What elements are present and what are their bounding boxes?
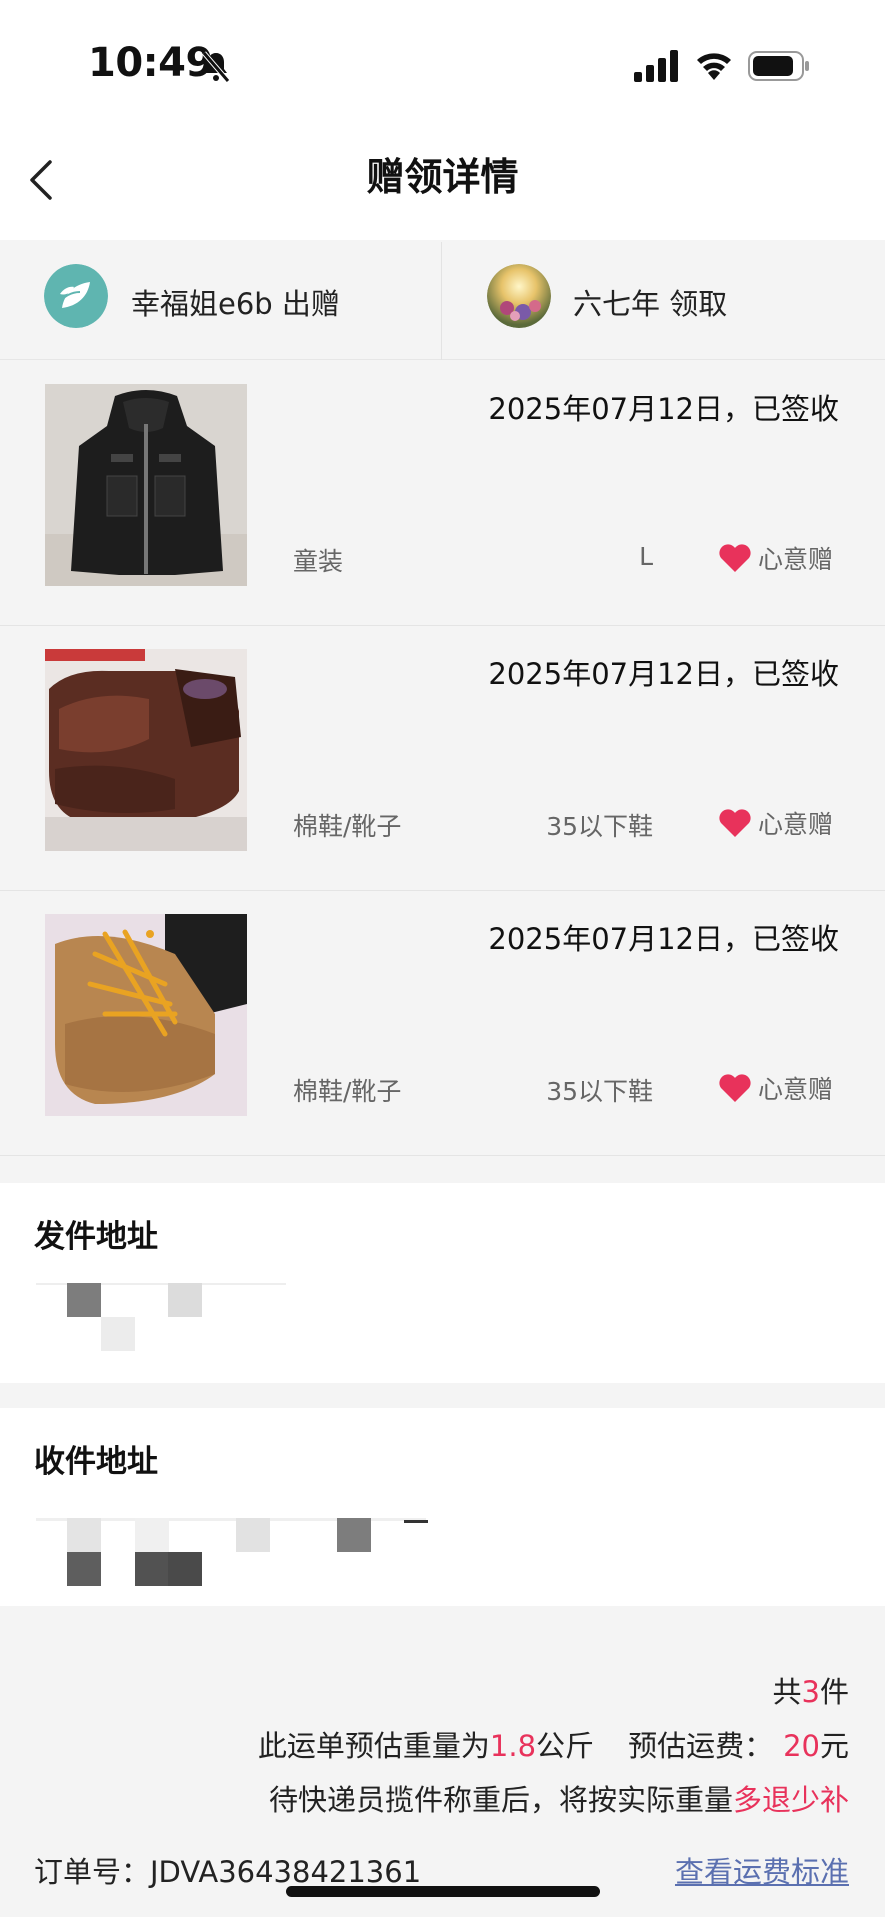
weight-fee-line: 此运单预估重量为1.8公斤 预估运费： 20元: [258, 1723, 849, 1765]
item-size: L: [639, 542, 653, 571]
note-prefix: 待快递员揽件称重后，将按实际重量: [268, 1783, 733, 1817]
receiver-name: 六七年 领取: [573, 287, 728, 321]
status-bar: 10:49: [0, 0, 885, 120]
order-number: 订单号：JDVA36438421361: [34, 1855, 422, 1889]
weight-value: 1.8: [489, 1729, 537, 1763]
item-row[interactable]: 2025年07月12日，已签收 棉鞋/靴子 35以下鞋 心意赠: [0, 892, 885, 1156]
item-category: 棉鞋/靴子: [293, 1077, 402, 1106]
jacket-photo: [45, 384, 247, 586]
leaf-avatar-icon: [44, 264, 108, 328]
battery-icon: [748, 51, 809, 81]
page-title: 赠领详情: [366, 155, 519, 199]
gift-type-label: 心意赠: [757, 1075, 833, 1104]
total-count-line: 共3件: [773, 1669, 849, 1711]
gift-type-label: 心意赠: [757, 545, 833, 574]
nav-bar: 赠领详情: [0, 120, 885, 240]
item-size: 35以下鞋: [546, 1077, 653, 1106]
heart-icon: [719, 544, 751, 572]
weight-prefix: 此运单预估重量为: [257, 1729, 490, 1763]
weight-unit: 公斤: [536, 1729, 595, 1763]
item-size: 35以下鞋: [546, 812, 653, 841]
heart-icon: [719, 1074, 751, 1102]
receiver-address-card: 收件地址: [0, 1408, 885, 1606]
freight-standard-link[interactable]: 查看运费标准: [675, 1849, 849, 1891]
item-gift-type: 心意赠: [718, 540, 833, 576]
giver-avatar: [44, 264, 108, 328]
item-gift-type: 心意赠: [718, 805, 833, 841]
total-count: 3: [801, 1675, 820, 1709]
heart-icon: [719, 809, 751, 837]
tan-boots-photo: [45, 914, 247, 1116]
home-indicator[interactable]: [286, 1886, 600, 1897]
parties-row: 幸福姐e6b 出赠 六七年 领取: [0, 242, 885, 360]
item-photo-jacket[interactable]: [45, 384, 247, 586]
shipping-summary: 共3件 此运单预估重量为1.8公斤 预估运费： 20元 待快递员揽件称重后，将按实际…: [0, 1608, 885, 1917]
receiver-address-title: 收件地址: [34, 1444, 158, 1480]
wifi-icon: [697, 53, 731, 80]
giver-info[interactable]: 幸福姐e6b 出赠: [0, 242, 442, 360]
photo-avatar-icon: [487, 264, 551, 328]
item-category: 棉鞋/靴子: [293, 812, 402, 841]
total-prefix: 共: [772, 1675, 802, 1709]
weigh-note-line: 待快递员揽件称重后，将按实际重量多退少补: [269, 1777, 849, 1819]
giver-name: 幸福姐e6b 出赠: [131, 287, 340, 321]
total-suffix: 件: [819, 1675, 849, 1709]
item-date-status: 2025年07月12日，已签收: [488, 657, 839, 691]
item-photo-tan-boots[interactable]: [45, 914, 247, 1116]
item-gift-type: 心意赠: [718, 1070, 833, 1106]
receiver-info[interactable]: 六七年 领取: [443, 242, 885, 360]
note-highlight: 多退少补: [732, 1783, 849, 1817]
muted-bell-icon: [202, 51, 230, 83]
brown-boots-photo: [45, 649, 247, 851]
item-category: 童装: [293, 547, 344, 576]
item-photo-brown-boots[interactable]: [45, 649, 247, 851]
item-date-status: 2025年07月12日，已签收: [488, 392, 839, 426]
item-row[interactable]: 2025年07月12日，已签收 棉鞋/靴子 35以下鞋 心意赠: [0, 627, 885, 891]
receiver-avatar: [487, 264, 551, 328]
status-time: 10:49: [88, 40, 213, 86]
fee-value: 20: [783, 1729, 820, 1763]
cellular-signal-icon: [634, 50, 678, 82]
item-date-status: 2025年07月12日，已签收: [488, 922, 839, 956]
gift-type-label: 心意赠: [757, 810, 833, 839]
sender-address-title: 发件地址: [34, 1219, 158, 1255]
fee-unit: 元: [819, 1729, 849, 1763]
fee-label: 预估运费：: [628, 1729, 774, 1763]
sender-address-card: 发件地址: [0, 1183, 885, 1383]
item-row[interactable]: 2025年07月12日，已签收 童装 L 心意赠: [0, 362, 885, 626]
